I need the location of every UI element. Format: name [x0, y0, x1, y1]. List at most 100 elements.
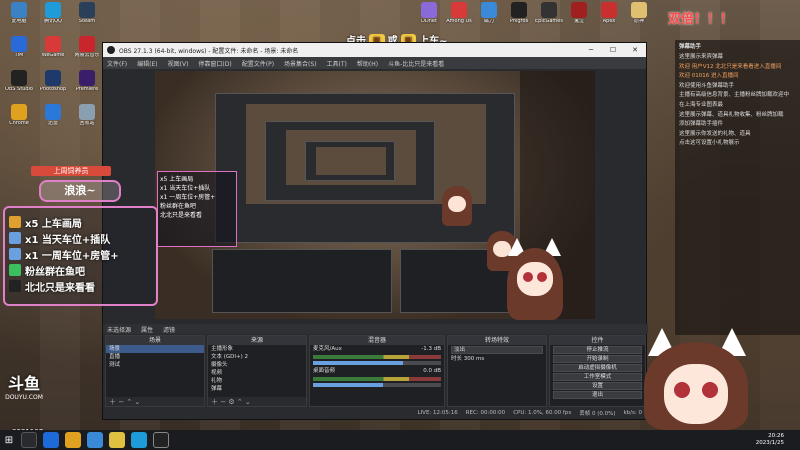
- douyu-logo: 斗鱼: [7, 374, 40, 393]
- menu-item-6[interactable]: 工具(T): [327, 59, 347, 68]
- menu-item-4[interactable]: 配置文件(P): [242, 59, 274, 68]
- control-button-1[interactable]: 开始录制: [553, 355, 642, 363]
- control-button-3[interactable]: 工作室模式: [553, 373, 642, 381]
- menu-item-3[interactable]: 停靠窗口(D): [198, 59, 231, 68]
- chat-line-2: 欢迎 01016 进入直播间: [679, 73, 739, 80]
- douyu-watermark: 斗鱼 DOUYU.COM: [2, 370, 46, 401]
- icon-label: 此电脑: [11, 19, 27, 24]
- maximize-button[interactable]: ☐: [602, 46, 624, 54]
- menu-item-7[interactable]: 帮助(H): [357, 59, 378, 68]
- desktop-icon-top-5[interactable]: 鬼泣: [562, 2, 596, 25]
- app-icon: [481, 2, 497, 18]
- icon-label: WeGame: [41, 53, 65, 58]
- system-clock[interactable]: 20:26 2023/1/25: [756, 433, 800, 447]
- scene-item-1[interactable]: 直播: [106, 353, 204, 361]
- obs-title: OBS 27.1.3 (64-bit, windows) - 配置文件: 未命名…: [119, 47, 299, 55]
- desktop-icon-left-2[interactable]: Steam: [70, 2, 104, 25]
- desktop-icon-top-1[interactable]: Among Us: [442, 2, 476, 25]
- scenes-footer[interactable]: ＋ − ⌃ ⌄: [106, 397, 204, 406]
- desktop-icon-left-11[interactable]: 回收站: [70, 104, 104, 127]
- scene-item-0[interactable]: 场景: [106, 345, 204, 353]
- source-item-2[interactable]: 摄像头: [208, 361, 306, 369]
- source-item-3[interactable]: 视频: [208, 369, 306, 377]
- overlay-item-2: x1 一周车位+房管+: [9, 246, 152, 262]
- properties-button[interactable]: 属性: [141, 325, 153, 334]
- desktop-icon-top-3[interactable]: Phigros: [502, 2, 536, 25]
- volume-meter[interactable]: [313, 355, 441, 359]
- source-item-5[interactable]: 弹幕: [208, 385, 306, 393]
- filters-button[interactable]: 滤镜: [163, 325, 175, 334]
- nested-preview-3: [305, 141, 395, 181]
- chat-line-3: 欢迎使用斗鱼弹幕助手: [679, 82, 735, 89]
- icon-label: DDnet: [421, 19, 437, 24]
- desktop-icon-left-0[interactable]: 此电脑: [2, 2, 36, 25]
- desktop-icon-left-1[interactable]: 腾讯QQ: [36, 2, 70, 25]
- explorer-icon[interactable]: [65, 432, 81, 448]
- character-medium: [505, 238, 565, 320]
- character-large: [640, 328, 752, 430]
- desktop-icon-left-6[interactable]: OBS Studio: [2, 70, 36, 93]
- obs-window[interactable]: OBS 27.1.3 (64-bit, windows) - 配置文件: 未命名…: [102, 42, 648, 420]
- icon-label: 磁力: [483, 19, 494, 24]
- danmaku-panel: 弹幕助手 这里展示来宾弹幕 欢迎 用户V12 北北只是来看看进入直播间 欢迎 010…: [675, 40, 800, 335]
- menu-item-5[interactable]: 场景集合(S): [284, 59, 317, 68]
- menu-item-0[interactable]: 文件(F): [107, 59, 127, 68]
- volume-slider[interactable]: [313, 383, 441, 387]
- source-item-1[interactable]: 文本 (GDI+) 2: [208, 353, 306, 361]
- start-button[interactable]: ⊞: [0, 431, 18, 449]
- edge-icon[interactable]: [43, 432, 59, 448]
- desktop-icon-left-7[interactable]: Photoshop: [36, 70, 70, 93]
- cpu-status: CPU: 1.0%, 60.00 fps: [513, 410, 572, 416]
- transition-select[interactable]: 淡出: [451, 346, 543, 354]
- obs-titlebar[interactable]: OBS 27.1.3 (64-bit, windows) - 配置文件: 未命名…: [103, 43, 646, 57]
- taskbar: ⊞ 20:26 2023/1/25: [0, 430, 800, 450]
- desktop-icon-left-3[interactable]: TIM: [2, 36, 36, 59]
- control-button-5[interactable]: 退出: [553, 391, 642, 399]
- control-button-4[interactable]: 设置: [553, 382, 642, 390]
- danmaku-header: 弹幕助手: [679, 44, 702, 50]
- source-item-0[interactable]: 主播形象: [208, 345, 306, 353]
- control-button-2[interactable]: 启动虚拟摄像机: [553, 364, 642, 372]
- app-icon: [541, 2, 557, 18]
- desktop-icon-left-10[interactable]: 迅雷: [36, 104, 70, 127]
- desktop-icon-left-9[interactable]: Chrome: [2, 104, 36, 127]
- menu-item-1[interactable]: 编辑(E): [137, 59, 157, 68]
- control-button-0[interactable]: 停止推流: [553, 346, 642, 354]
- volume-slider[interactable]: [313, 361, 441, 365]
- menu-item-2[interactable]: 视图(V): [168, 59, 189, 68]
- qq-icon[interactable]: [131, 432, 147, 448]
- icon-label: Phigros: [509, 19, 529, 24]
- desktop-icon-left-5[interactable]: 网易云音乐: [70, 36, 104, 59]
- double-text: 双倍！！！: [668, 12, 734, 27]
- overlay-item-4: 北北只是来看看: [9, 278, 152, 294]
- menu-item-8[interactable]: 斗鱼-比比只是来看看: [388, 59, 444, 68]
- close-button[interactable]: ✕: [624, 46, 646, 54]
- obs-taskbar-icon[interactable]: [153, 432, 169, 448]
- store-icon[interactable]: [87, 432, 103, 448]
- app-icon: [45, 2, 61, 18]
- desktop-icon-top-7[interactable]: 原神: [622, 2, 656, 25]
- icon-label: Photoshop: [39, 87, 67, 92]
- desktop-icon-top-6[interactable]: Apex: [592, 2, 626, 25]
- overlay-item-0: x5 上车画局: [9, 214, 152, 230]
- volume-meter[interactable]: [313, 377, 441, 381]
- desktop-icon-top-4[interactable]: EpicGames: [532, 2, 566, 25]
- transition-duration[interactable]: 时长 300 ms: [448, 355, 546, 363]
- clock-date: 2023/1/25: [755, 440, 784, 446]
- icon-label: Steam: [78, 19, 96, 24]
- minimize-button[interactable]: ─: [580, 46, 602, 54]
- sources-header: 来源: [208, 336, 306, 345]
- desktop-icon-top-0[interactable]: DDnet: [412, 2, 446, 25]
- app-icon: [79, 70, 95, 86]
- desktop-icon-top-2[interactable]: 磁力: [472, 2, 506, 25]
- search-icon[interactable]: [21, 432, 37, 448]
- douyu-url: DOUYU.COM: [5, 394, 43, 401]
- sources-footer[interactable]: ＋ − ⚙ ⌃ ⌄: [208, 397, 306, 406]
- scenes-dock: 场景 场景 直播 测试 ＋ − ⌃ ⌄: [105, 335, 205, 407]
- desktop-icon-left-8[interactable]: Premiere: [70, 70, 104, 93]
- desktop-icon-left-4[interactable]: WeGame: [36, 36, 70, 59]
- scene-item-2[interactable]: 测试: [106, 361, 204, 369]
- chrome-icon[interactable]: [109, 432, 125, 448]
- app-icon: [11, 2, 27, 18]
- source-item-4[interactable]: 礼物: [208, 377, 306, 385]
